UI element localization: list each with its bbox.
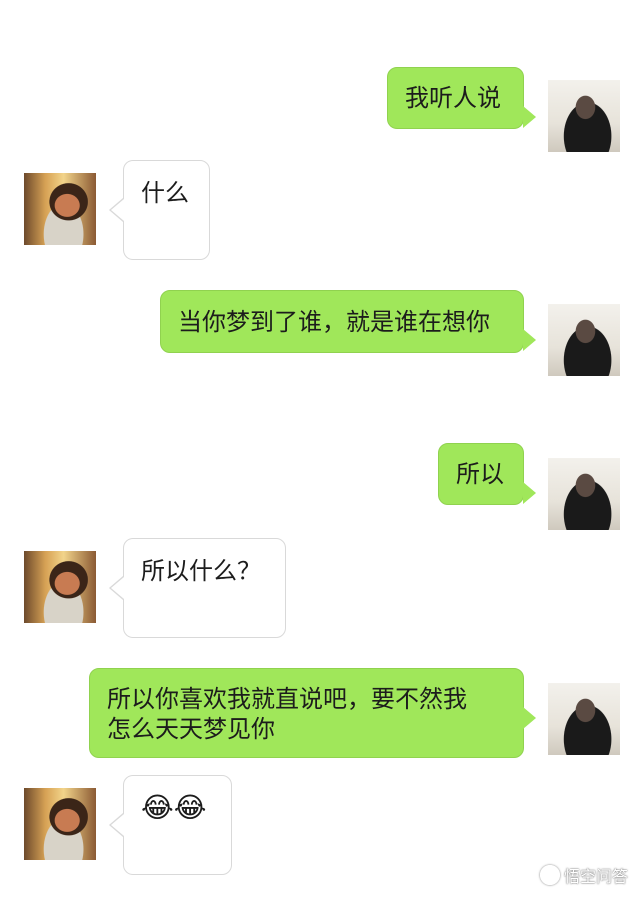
message-bubble-sent[interactable]: 所以你喜欢我就直说吧，要不然我 怎么天天梦见你 — [89, 668, 536, 758]
avatar-self[interactable] — [548, 80, 620, 152]
message-bubble-sent[interactable]: 当你梦到了谁，就是谁在想你 — [160, 290, 536, 353]
bubble-tail — [523, 106, 536, 128]
emoji-laughing-icon: 😂😂 — [141, 791, 207, 824]
avatar-self[interactable] — [548, 683, 620, 755]
chat-area: 我听人说 什么 当你梦到了谁，就是谁在想你 所以 所以什么？ 所以你喜欢我就直说… — [0, 0, 640, 897]
message-text-line-1: 所以你喜欢我就直说吧，要不然我 — [107, 685, 467, 713]
avatar-contact[interactable] — [24, 551, 96, 623]
message-text: 所以什么？ — [141, 557, 261, 585]
message-bubble-received[interactable]: 所以什么？ — [109, 538, 286, 638]
avatar-contact[interactable] — [24, 788, 96, 860]
message-text: 我听人说 — [405, 84, 501, 112]
bubble-tail — [523, 329, 536, 351]
message-text: 所以 — [456, 460, 504, 488]
message-text: 什么 — [141, 179, 189, 207]
message-text: 当你梦到了谁，就是谁在想你 — [178, 308, 490, 336]
message-bubble-sent[interactable]: 我听人说 — [387, 67, 536, 129]
avatar-self[interactable] — [548, 304, 620, 376]
bubble-tail — [523, 707, 536, 729]
watermark: 悟空问答 — [539, 863, 628, 887]
avatar-contact[interactable] — [24, 173, 96, 245]
message-bubble-received[interactable]: 什么 — [109, 160, 210, 260]
message-bubble-sent[interactable]: 所以 — [438, 443, 536, 505]
wukong-logo-icon — [539, 865, 560, 885]
bubble-tail — [111, 199, 124, 221]
message-bubble-received[interactable]: 😂😂 — [109, 775, 232, 875]
bubble-tail — [111, 814, 124, 836]
bubble-tail — [523, 482, 536, 504]
avatar-self[interactable] — [548, 458, 620, 530]
bubble-tail — [111, 577, 124, 599]
message-text-line-2: 怎么天天梦见你 — [107, 715, 275, 743]
watermark-text: 悟空问答 — [563, 869, 628, 886]
